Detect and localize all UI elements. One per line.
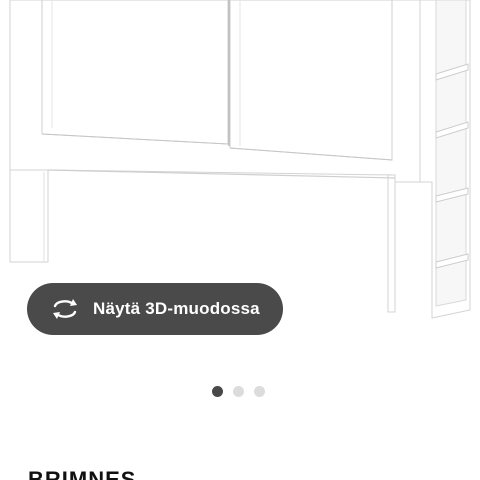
product-page: Näytä 3D-muodossa BRIMNES bbox=[0, 0, 480, 480]
product-name: BRIMNES bbox=[28, 467, 137, 480]
rotate-3d-icon bbox=[51, 295, 79, 323]
view-in-3d-button[interactable]: Näytä 3D-muodossa bbox=[27, 283, 283, 335]
carousel-dot-1[interactable] bbox=[212, 386, 223, 397]
carousel-pagination bbox=[212, 386, 265, 397]
carousel-dot-2[interactable] bbox=[233, 386, 244, 397]
view-in-3d-label: Näytä 3D-muodossa bbox=[93, 299, 260, 318]
carousel-dot-3[interactable] bbox=[254, 386, 265, 397]
